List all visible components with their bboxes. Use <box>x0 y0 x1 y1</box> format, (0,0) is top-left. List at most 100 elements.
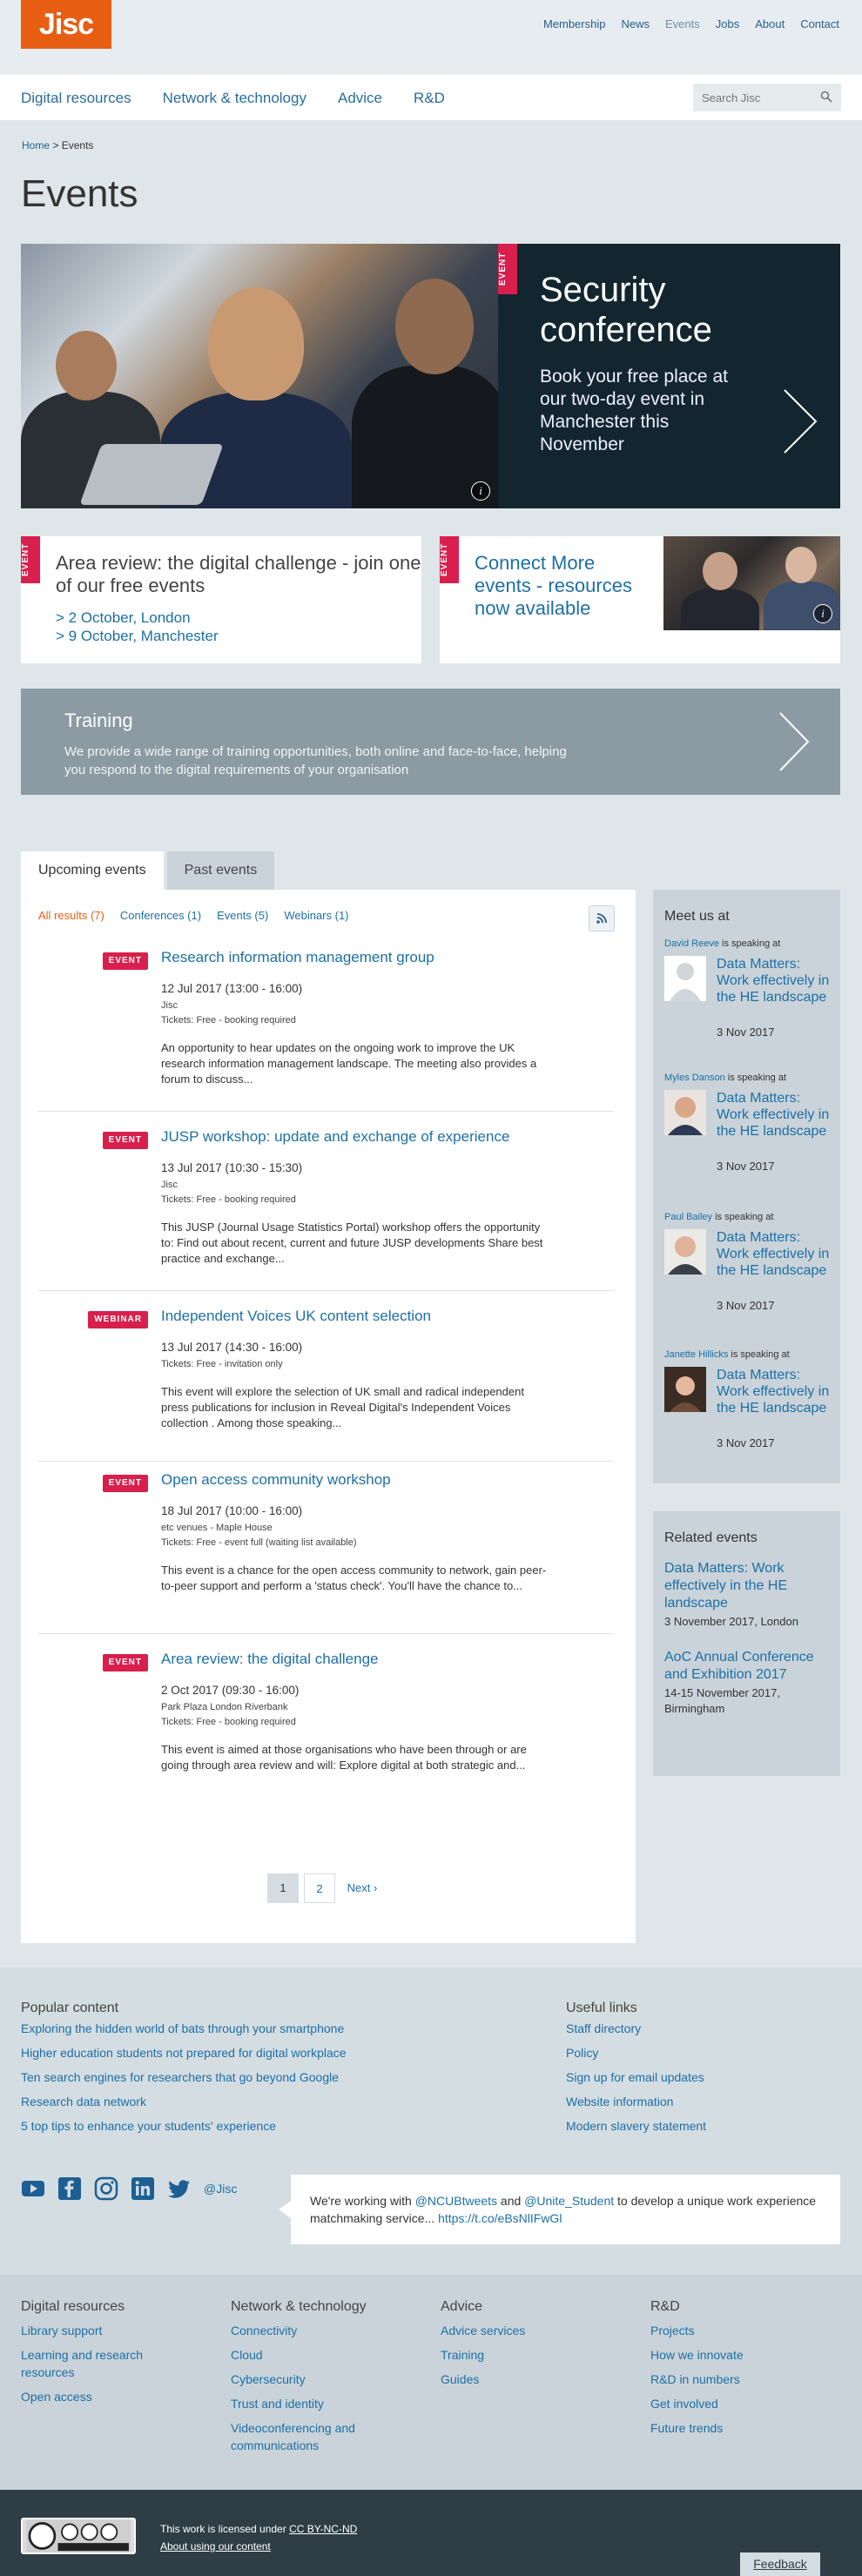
tab-upcoming-events[interactable]: Upcoming events <box>21 851 164 890</box>
breadcrumb: Home > Events <box>22 139 93 151</box>
useful-link[interactable]: Sign up for email updates <box>566 2065 706 2089</box>
speaker-event-date: 3 Nov 2017 <box>717 1160 775 1173</box>
event-date: 18 Jul 2017 (10:00 - 16:00) <box>161 1504 303 1517</box>
nav-network-technology[interactable]: Network & technology <box>163 90 306 107</box>
useful-link[interactable]: Modern slavery statement <box>566 2114 706 2138</box>
linkedin-icon[interactable] <box>131 2176 155 2201</box>
instagram-icon[interactable] <box>94 2176 118 2201</box>
useful-links-title: Useful links <box>566 2001 637 2015</box>
chevron-right-icon[interactable] <box>777 710 811 774</box>
promo-card-area-review[interactable]: EVENT Area review: the digital challenge… <box>21 536 421 663</box>
filter-events[interactable]: Events (5) <box>217 909 268 922</box>
footer-link[interactable]: Open access <box>21 2388 231 2405</box>
info-icon[interactable]: i <box>813 604 832 623</box>
footer-link[interactable]: Cybersecurity <box>231 2371 441 2388</box>
footer-link[interactable]: Cloud <box>231 2346 441 2364</box>
speaker-name[interactable]: Myles Danson <box>664 1073 725 1083</box>
next-page-link[interactable]: Next › <box>340 1873 384 1903</box>
hero-banner[interactable]: i EVENT Security conference Book your fr… <box>21 244 840 508</box>
footer-link[interactable]: Library support <box>21 2322 231 2339</box>
nav-news[interactable]: News <box>621 17 650 30</box>
useful-link[interactable]: Staff directory <box>566 2016 706 2041</box>
cc-license-icon[interactable] <box>21 2518 136 2554</box>
event-title-link[interactable]: JUSP workshop: update and exchange of ex… <box>161 1128 509 1146</box>
training-banner[interactable]: Training We provide a wide range of trai… <box>21 689 840 795</box>
footer-link[interactable]: R&D in numbers <box>650 2371 860 2388</box>
facebook-icon[interactable] <box>57 2176 82 2201</box>
speaker-item: Paul Bailey is speaking at Data Matters:… <box>664 1212 834 1334</box>
popular-link[interactable]: Higher education students not prepared f… <box>21 2041 347 2065</box>
speaker-event-link[interactable]: Data Matters: Work effectively in the HE… <box>717 1367 834 1416</box>
nav-advice[interactable]: Advice <box>338 90 382 107</box>
speaker-name[interactable]: Paul Bailey <box>664 1212 712 1222</box>
filter-conferences[interactable]: Conferences (1) <box>120 909 201 922</box>
hero-title: Security conference <box>540 271 712 349</box>
footer-link[interactable]: Advice services <box>441 2322 650 2339</box>
speaker-name[interactable]: David Reeve <box>664 938 719 949</box>
tab-past-events[interactable]: Past events <box>166 851 275 890</box>
twitter-icon[interactable] <box>167 2176 192 2201</box>
nav-about[interactable]: About <box>755 17 785 30</box>
search-icon[interactable] <box>820 91 832 103</box>
footer-link[interactable]: Guides <box>441 2371 650 2388</box>
nav-digital-resources[interactable]: Digital resources <box>21 90 131 107</box>
chevron-right-icon[interactable] <box>781 387 819 456</box>
footer-link[interactable]: Trust and identity <box>231 2395 441 2412</box>
nav-jobs[interactable]: Jobs <box>716 17 739 30</box>
related-events-title: Related events <box>664 1530 758 1545</box>
speaker-event-link[interactable]: Data Matters: Work effectively in the HE… <box>717 1090 834 1140</box>
event-title-link[interactable]: Open access community workshop <box>161 1471 391 1489</box>
license-link[interactable]: CC BY-NC-ND <box>289 2523 357 2535</box>
info-icon[interactable]: i <box>471 481 490 501</box>
footer-link[interactable]: Training <box>441 2346 650 2364</box>
popular-link[interactable]: Exploring the hidden world of bats throu… <box>21 2016 347 2041</box>
event-title-link[interactable]: Research information management group <box>161 949 434 966</box>
speaker-name[interactable]: Janette Hillicks <box>664 1349 728 1360</box>
about-content-link[interactable]: About using our content <box>160 2540 357 2552</box>
promo-card-title[interactable]: Area review: the digital challenge - joi… <box>56 552 421 597</box>
footer-link[interactable]: Projects <box>650 2322 860 2339</box>
popular-link[interactable]: Research data network <box>21 2089 347 2114</box>
footer-link[interactable]: Get involved <box>650 2395 860 2412</box>
footer-link[interactable]: Future trends <box>650 2419 860 2437</box>
nav-contact[interactable]: Contact <box>800 17 839 30</box>
nav-rd[interactable]: R&D <box>414 90 445 107</box>
mention-link[interactable]: @NCUBtweets <box>415 2194 497 2208</box>
page-1[interactable]: 1 <box>267 1873 299 1903</box>
popular-link[interactable]: 5 top tips to enhance your students' exp… <box>21 2114 347 2138</box>
related-event-link[interactable]: AoC Annual Conference and Exhibition 201… <box>664 1650 814 1682</box>
breadcrumb-home[interactable]: Home <box>22 139 50 151</box>
avatar <box>664 1090 706 1135</box>
nav-membership[interactable]: Membership <box>543 17 606 30</box>
event-description: This event will explore the selection of… <box>161 1385 524 1429</box>
jisc-logo[interactable]: Jisc <box>21 0 111 49</box>
rss-button[interactable] <box>589 905 615 932</box>
promo-card-connect-more[interactable]: EVENT Connect More events - resources no… <box>440 536 840 663</box>
nav-events[interactable]: Events <box>665 17 700 30</box>
mention-link[interactable]: @Unite_Student <box>524 2194 614 2208</box>
speaker-event-link[interactable]: Data Matters: Work effectively in the HE… <box>717 956 834 1006</box>
footer-link[interactable]: Videoconferencing and communications <box>231 2419 379 2454</box>
search-input[interactable] <box>693 84 815 111</box>
speaking-label: is speaking at <box>715 1212 774 1222</box>
footer-link[interactable]: How we innovate <box>650 2346 860 2364</box>
filter-webinars[interactable]: Webinars (1) <box>284 909 348 922</box>
tweet-link[interactable]: https://t.co/eBsNlIFwGl <box>438 2211 562 2225</box>
date-link-manchester[interactable]: > 9 October, Manchester <box>56 627 219 645</box>
youtube-icon[interactable] <box>21 2176 45 2201</box>
popular-link[interactable]: Ten search engines for researchers that … <box>21 2065 347 2089</box>
twitter-handle[interactable]: @Jisc <box>204 2182 237 2196</box>
footer-link[interactable]: Learning and research resources <box>21 2346 186 2381</box>
useful-link[interactable]: Website information <box>566 2089 706 2114</box>
filter-all-results[interactable]: All results (7) <box>38 909 104 922</box>
date-link-london[interactable]: > 2 October, London <box>56 609 219 627</box>
speaker-event-link[interactable]: Data Matters: Work effectively in the HE… <box>717 1229 834 1279</box>
feedback-button[interactable]: Feedback <box>740 2552 820 2576</box>
page-2[interactable]: 2 <box>304 1873 335 1903</box>
promo-card-title[interactable]: Connect More events - resources now avai… <box>475 552 649 620</box>
related-event-link[interactable]: Data Matters: Work effectively in the HE… <box>664 1561 787 1611</box>
useful-link[interactable]: Policy <box>566 2041 706 2065</box>
footer-link[interactable]: Connectivity <box>231 2322 441 2339</box>
event-title-link[interactable]: Area review: the digital challenge <box>161 1651 378 1668</box>
event-title-link[interactable]: Independent Voices UK content selection <box>161 1308 431 1325</box>
